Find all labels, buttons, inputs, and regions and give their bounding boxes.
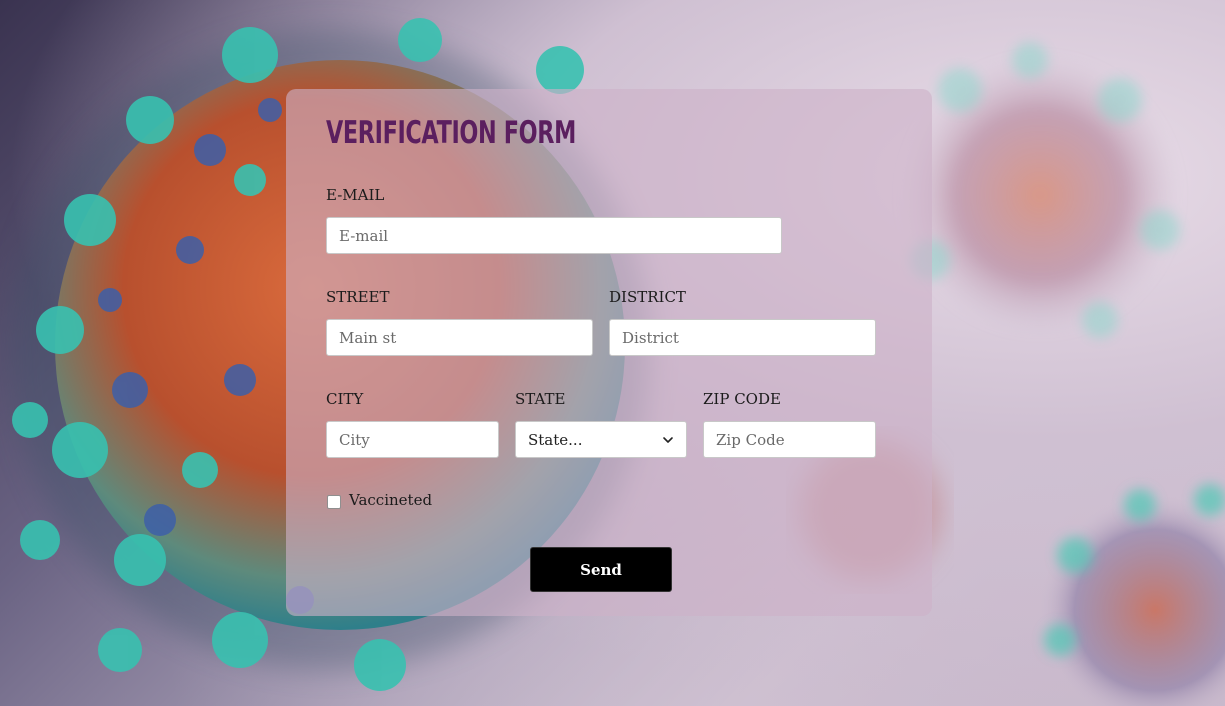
district-label: DISTRICT	[609, 288, 686, 306]
vaccinated-label: Vaccineted	[349, 491, 433, 509]
street-field[interactable]	[326, 319, 593, 356]
page: VERIFICATION FORM E-MAIL STREET DISTRICT…	[0, 0, 1225, 706]
zip-code-label: ZIP CODE	[703, 390, 781, 408]
email-field[interactable]	[326, 217, 782, 254]
district-field[interactable]	[609, 319, 876, 356]
vaccinated-checkbox[interactable]	[327, 495, 341, 509]
zip-code-field[interactable]	[703, 421, 876, 458]
form-title: VERIFICATION FORM	[326, 115, 576, 151]
city-field[interactable]	[326, 421, 499, 458]
verification-form: VERIFICATION FORM E-MAIL STREET DISTRICT…	[286, 89, 932, 616]
chevron-down-icon	[663, 436, 673, 443]
street-label: STREET	[326, 288, 390, 306]
email-label: E-MAIL	[326, 186, 385, 204]
city-label: CITY	[326, 390, 364, 408]
state-selected-value: State...	[528, 430, 583, 449]
send-button[interactable]: Send	[530, 547, 672, 592]
state-select[interactable]: State...	[515, 421, 687, 458]
state-label: STATE	[515, 390, 566, 408]
